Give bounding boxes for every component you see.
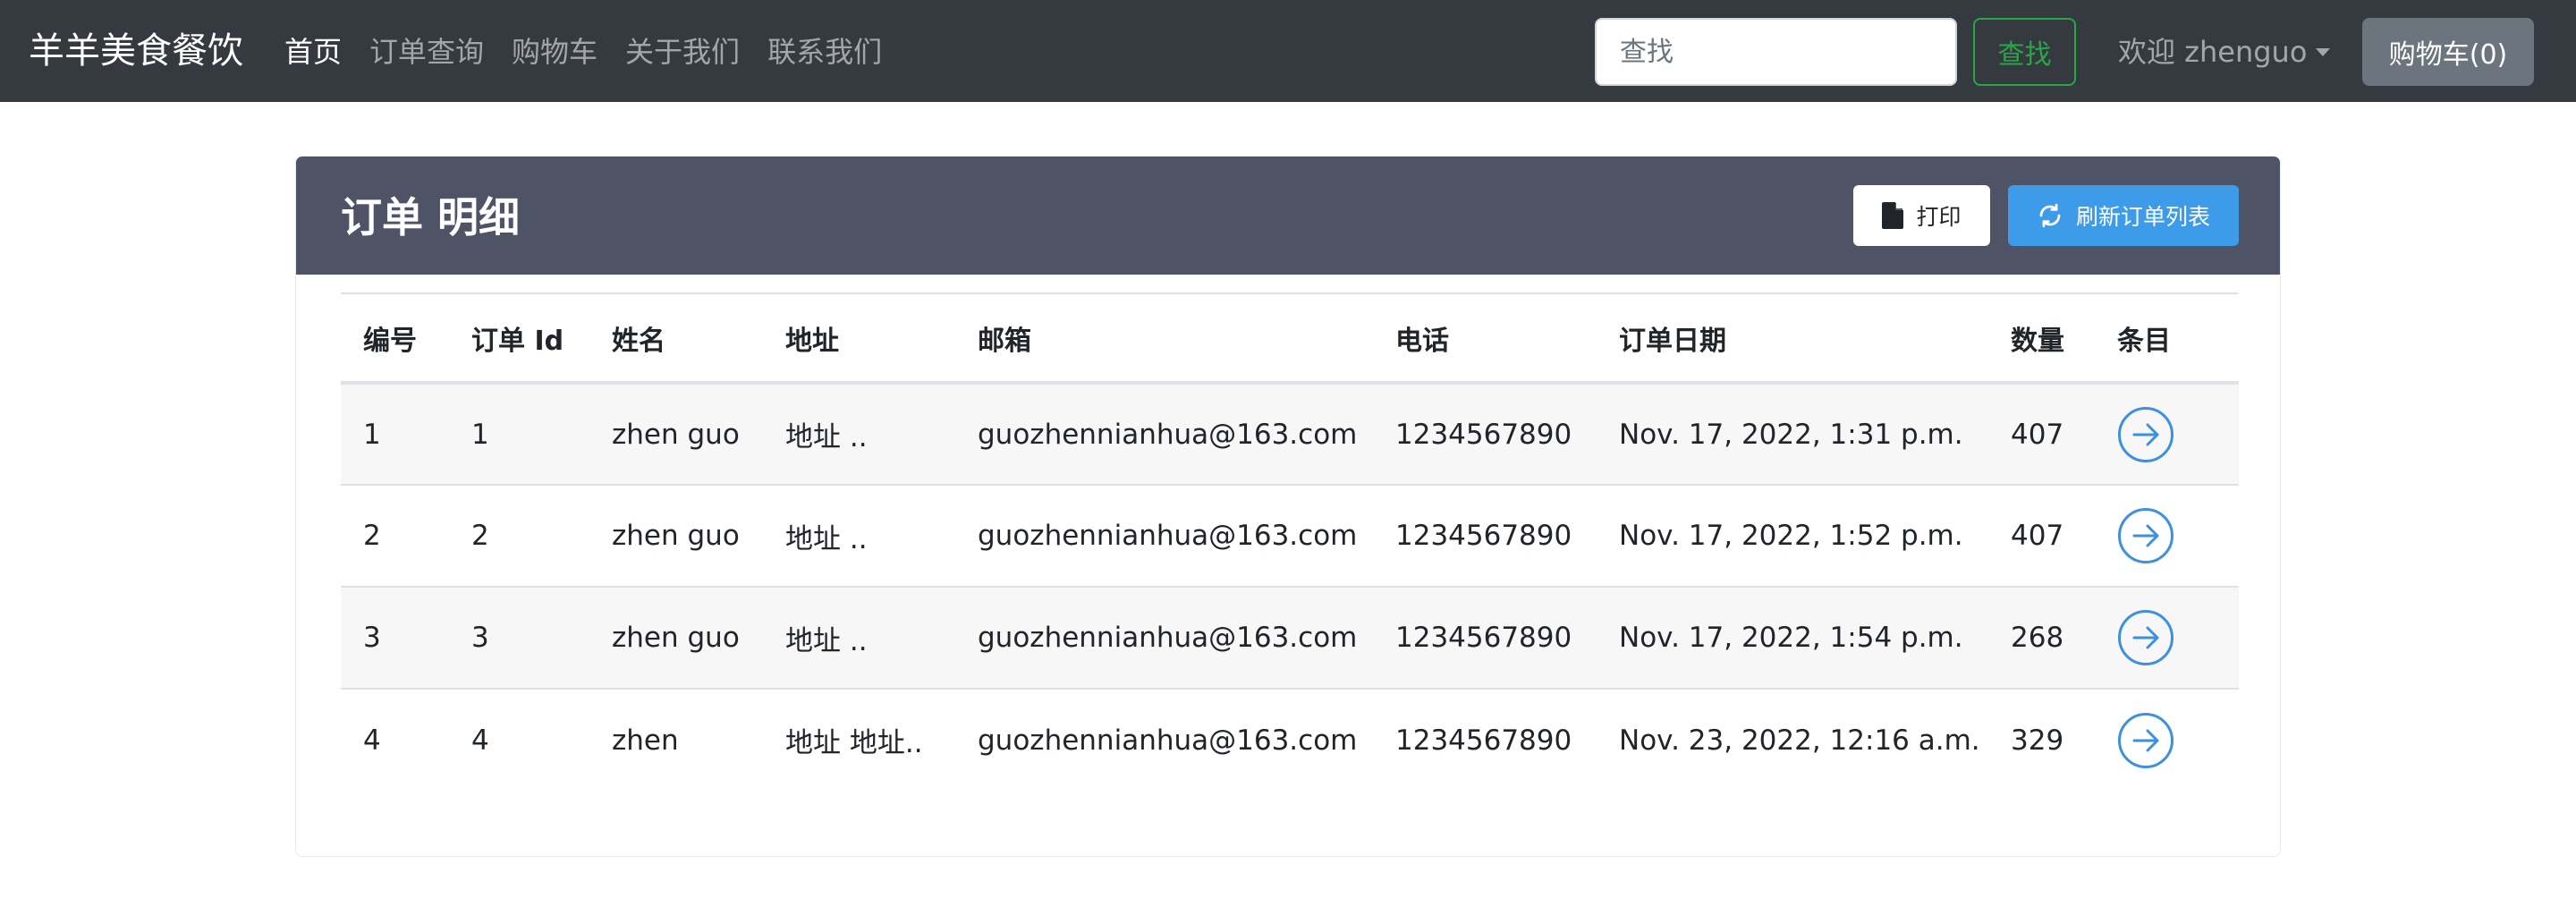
cell-phone: 1234567890 — [1373, 688, 1597, 791]
cell-email: guozhennianhua@163.com — [955, 688, 1373, 791]
cell-items — [2095, 484, 2239, 587]
caret-down-icon — [2316, 47, 2331, 56]
arrow-right-circle-icon[interactable] — [2117, 712, 2174, 769]
cell-email: guozhennianhua@163.com — [955, 382, 1373, 485]
cell-name: zhen guo — [589, 484, 763, 587]
cell-number: 4 — [341, 688, 449, 791]
nav-link-about[interactable]: 关于我们 — [625, 27, 740, 77]
cell-items — [2095, 688, 2239, 791]
column-header-phone: 电话 — [1373, 292, 1597, 385]
cell-quantity: 329 — [1988, 688, 2095, 791]
cell-order-date: Nov. 17, 2022, 1:54 p.m. — [1597, 586, 1988, 689]
nav-link-home[interactable]: 首页 — [284, 27, 342, 77]
cell-phone: 1234567890 — [1373, 484, 1597, 587]
table-row: 4 4 zhen 地址 地址.. guozhennianhua@163.com … — [341, 688, 2239, 791]
page-title: 订单 明细 — [341, 193, 521, 241]
user-welcome-label: 欢迎 zhenguo — [2118, 35, 2308, 69]
cell-order-id: 4 — [449, 688, 589, 791]
cell-quantity: 407 — [1988, 484, 2095, 587]
card-header: 订单 明细 打印 刷新订单列表 — [296, 157, 2280, 275]
cell-quantity: 268 — [1988, 586, 2095, 689]
cell-phone: 1234567890 — [1373, 382, 1597, 485]
cell-quantity: 407 — [1988, 382, 2095, 485]
cell-address: 地址 .. — [763, 484, 955, 587]
cell-number: 1 — [341, 382, 449, 485]
column-header-number: 编号 — [341, 292, 449, 385]
table-header-row: 编号 订单 Id 姓名 地址 邮箱 电话 订单日期 数量 条目 — [341, 292, 2239, 385]
nav-links: 首页 订单查询 购物车 关于我们 联系我们 — [284, 27, 910, 77]
arrow-right-circle-icon[interactable] — [2117, 609, 2174, 666]
refresh-button-label: 刷新订单列表 — [2075, 204, 2210, 230]
column-header-quantity: 数量 — [1988, 292, 2095, 385]
cell-address: 地址 .. — [763, 382, 955, 485]
column-header-order-date: 订单日期 — [1597, 292, 1988, 385]
cell-order-id: 3 — [449, 586, 589, 689]
cell-order-id: 1 — [449, 382, 589, 485]
orders-table: 编号 订单 Id 姓名 地址 邮箱 电话 订单日期 数量 条目 1 1 zhen… — [341, 292, 2239, 791]
cell-items — [2095, 586, 2239, 689]
column-header-name: 姓名 — [589, 292, 763, 385]
cell-name: zhen — [589, 688, 763, 791]
column-header-order-id: 订单 Id — [449, 292, 589, 385]
cell-email: guozhennianhua@163.com — [955, 586, 1373, 689]
arrow-right-circle-icon[interactable] — [2117, 507, 2174, 564]
cell-order-id: 2 — [449, 484, 589, 587]
cell-phone: 1234567890 — [1373, 586, 1597, 689]
cell-number: 2 — [341, 484, 449, 587]
print-button[interactable]: 打印 — [1853, 185, 1990, 246]
column-header-email: 邮箱 — [955, 292, 1373, 385]
cell-items — [2095, 382, 2239, 485]
column-header-address: 地址 — [763, 292, 955, 385]
nav-link-cart[interactable]: 购物车 — [512, 27, 597, 77]
file-icon — [1882, 202, 1904, 229]
table-row: 2 2 zhen guo 地址 .. guozhennianhua@163.co… — [341, 484, 2239, 587]
cell-name: zhen guo — [589, 382, 763, 485]
order-details-card: 订单 明细 打印 刷新订单列表 编号 订单 Id 姓名 地址 邮箱 电话 订单日… — [295, 156, 2281, 857]
nav-link-contact[interactable]: 联系我们 — [767, 27, 882, 77]
search-input[interactable] — [1595, 18, 1957, 86]
cell-address: 地址 .. — [763, 586, 955, 689]
cell-number: 3 — [341, 586, 449, 689]
arrow-right-circle-icon[interactable] — [2117, 406, 2174, 463]
cell-email: guozhennianhua@163.com — [955, 484, 1373, 587]
user-dropdown[interactable]: 欢迎 zhenguo — [2118, 27, 2331, 77]
brand-logo[interactable]: 羊羊美食餐饮 — [29, 25, 243, 77]
cart-button[interactable]: 购物车(0) — [2362, 18, 2534, 86]
cell-address: 地址 地址.. — [763, 688, 955, 791]
cell-order-date: Nov. 17, 2022, 1:52 p.m. — [1597, 484, 1988, 587]
refresh-order-list-button[interactable]: 刷新订单列表 — [2008, 185, 2239, 246]
column-header-items: 条目 — [2095, 292, 2239, 385]
table-row: 3 3 zhen guo 地址 .. guozhennianhua@163.co… — [341, 586, 2239, 689]
search-button[interactable]: 查找 — [1973, 18, 2076, 86]
table-row: 1 1 zhen guo 地址 .. guozhennianhua@163.co… — [341, 382, 2239, 485]
refresh-icon — [2037, 202, 2063, 229]
cell-name: zhen guo — [589, 586, 763, 689]
cell-order-date: Nov. 23, 2022, 12:16 a.m. — [1597, 688, 1988, 791]
nav-link-order-query[interactable]: 订单查询 — [369, 27, 484, 77]
cell-order-date: Nov. 17, 2022, 1:31 p.m. — [1597, 382, 1988, 485]
top-navbar: 羊羊美食餐饮 首页 订单查询 购物车 关于我们 联系我们 查找 欢迎 zheng… — [0, 0, 2576, 102]
print-button-label: 打印 — [1916, 204, 1962, 230]
